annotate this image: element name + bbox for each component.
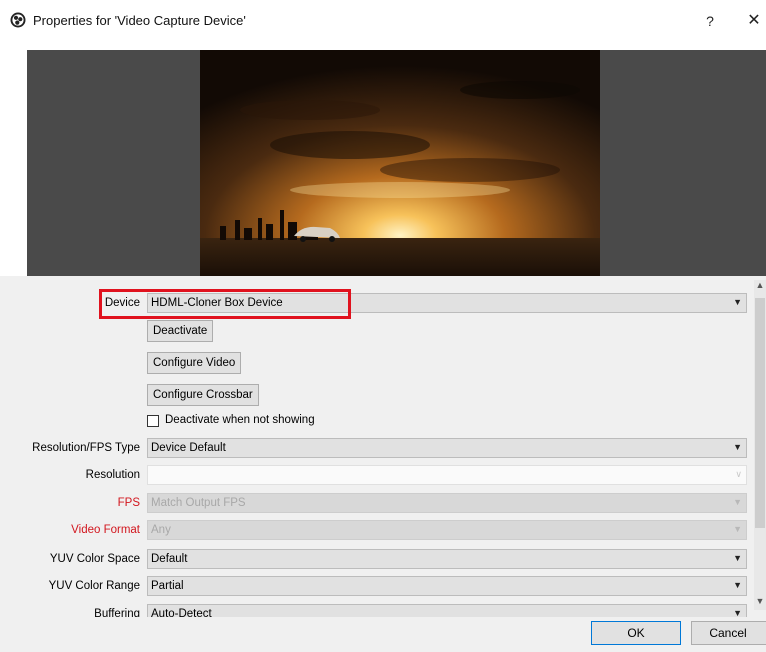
scroll-down-icon[interactable]: ▼ (754, 596, 766, 610)
fps-value: Match Output FPS (151, 497, 246, 509)
scroll-thumb[interactable] (755, 298, 765, 528)
preview-image (200, 50, 600, 276)
ok-button[interactable]: OK (591, 621, 681, 645)
yuv-color-space-dropdown[interactable]: Default ▼ (147, 549, 747, 569)
chevron-down-icon: ▼ (733, 524, 742, 534)
window-title: Properties for 'Video Capture Device' (33, 13, 246, 28)
video-format-value: Any (151, 524, 171, 536)
obs-logo-icon (10, 12, 26, 28)
resolution-label: Resolution (85, 469, 140, 481)
yuv-color-range-dropdown[interactable]: Partial ▼ (147, 576, 747, 596)
scroll-up-icon[interactable]: ▲ (754, 280, 766, 294)
fps-dropdown[interactable]: Match Output FPS ▼ (147, 493, 747, 513)
yuv-color-range-label: YUV Color Range (48, 580, 140, 592)
vertical-scrollbar[interactable]: ▲ ▼ (754, 280, 766, 610)
fps-label: FPS (117, 497, 140, 509)
chevron-down-icon: ▼ (733, 497, 742, 507)
cancel-button[interactable]: Cancel (691, 621, 766, 645)
video-format-label: Video Format (71, 524, 140, 536)
deactivate-when-not-showing-checkbox[interactable] (147, 415, 159, 427)
chevron-down-icon: ▼ (733, 553, 742, 563)
chevron-down-icon: ▼ (733, 297, 742, 307)
configure-video-button[interactable]: Configure Video (147, 352, 242, 374)
yuv-color-range-value: Partial (151, 580, 184, 592)
resolution-fps-type-dropdown[interactable]: Device Default ▼ (147, 438, 747, 458)
yuv-color-space-value: Default (151, 553, 188, 565)
chevron-down-icon: ∨ (735, 469, 742, 479)
help-button[interactable]: ? (698, 10, 722, 32)
chevron-down-icon: ▼ (733, 580, 742, 590)
video-preview (27, 50, 766, 276)
deactivate-when-not-showing-label: Deactivate when not showing (165, 414, 315, 426)
configure-crossbar-button[interactable]: Configure Crossbar (147, 384, 259, 406)
close-button[interactable]: ✕ (742, 10, 766, 32)
yuv-color-space-label: YUV Color Space (49, 553, 140, 565)
video-format-dropdown[interactable]: Any ▼ (147, 520, 747, 540)
resolution-fps-type-value: Device Default (151, 442, 226, 454)
device-highlight-box (99, 289, 351, 319)
dialog-footer: OK Cancel (0, 617, 766, 652)
resolution-dropdown[interactable]: ∨ (147, 465, 747, 485)
resolution-fps-type-label: Resolution/FPS Type (32, 442, 140, 454)
title-bar: Properties for 'Video Capture Device' ? … (0, 0, 766, 44)
deactivate-button[interactable]: Deactivate (147, 320, 214, 342)
chevron-down-icon: ▼ (733, 442, 742, 452)
